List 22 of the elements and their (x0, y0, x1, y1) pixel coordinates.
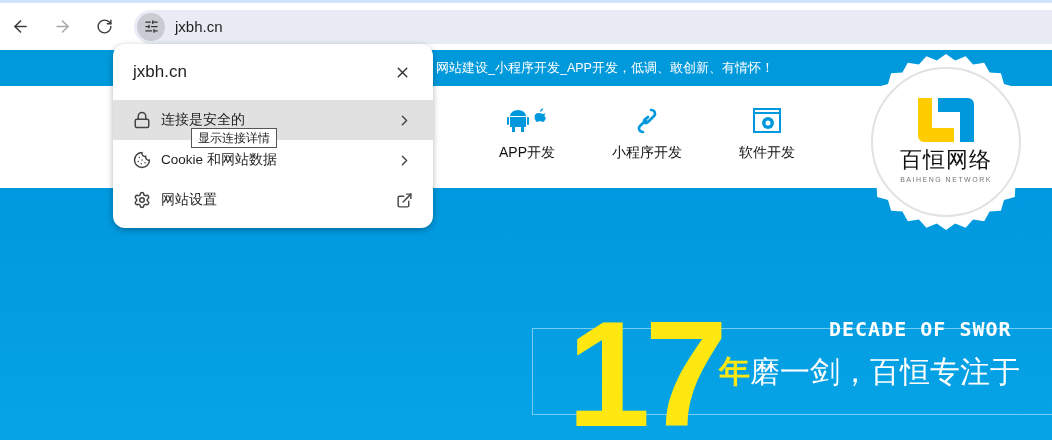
sliders-icon (143, 19, 159, 34)
site-info-button[interactable] (137, 12, 165, 41)
menu-item[interactable]: 网站设置 (113, 180, 433, 220)
external-link-icon (396, 191, 413, 209)
settings-icon (133, 191, 151, 209)
address-bar[interactable]: jxbh.cn (134, 9, 1052, 44)
hero-tagline: 磨一剑，百恒专注于 (750, 354, 1020, 390)
lock-icon (133, 111, 151, 129)
popup-title: jxbh.cn (133, 62, 187, 82)
hero-english-tagline: DECADE OF SWOR (829, 317, 1012, 341)
android-apple-icon (507, 108, 547, 134)
banner-text: 网站建设_小程序开发_APP开发，低调、敢创新、有情怀！ (436, 59, 774, 77)
link-icon (636, 108, 658, 134)
cookie-icon (133, 151, 151, 169)
nav-link[interactable]: APP开发 (467, 86, 587, 188)
nav-link[interactable]: 软件开发 (707, 86, 827, 188)
address-text: jxbh.cn (175, 18, 223, 35)
window-gear-icon (753, 108, 781, 134)
reload-icon (95, 18, 113, 35)
tooltip: 显示连接详情 (191, 128, 277, 148)
logo-name: 百恒网络 (899, 148, 993, 172)
nav-link[interactable]: 小程序开发 (587, 86, 707, 188)
